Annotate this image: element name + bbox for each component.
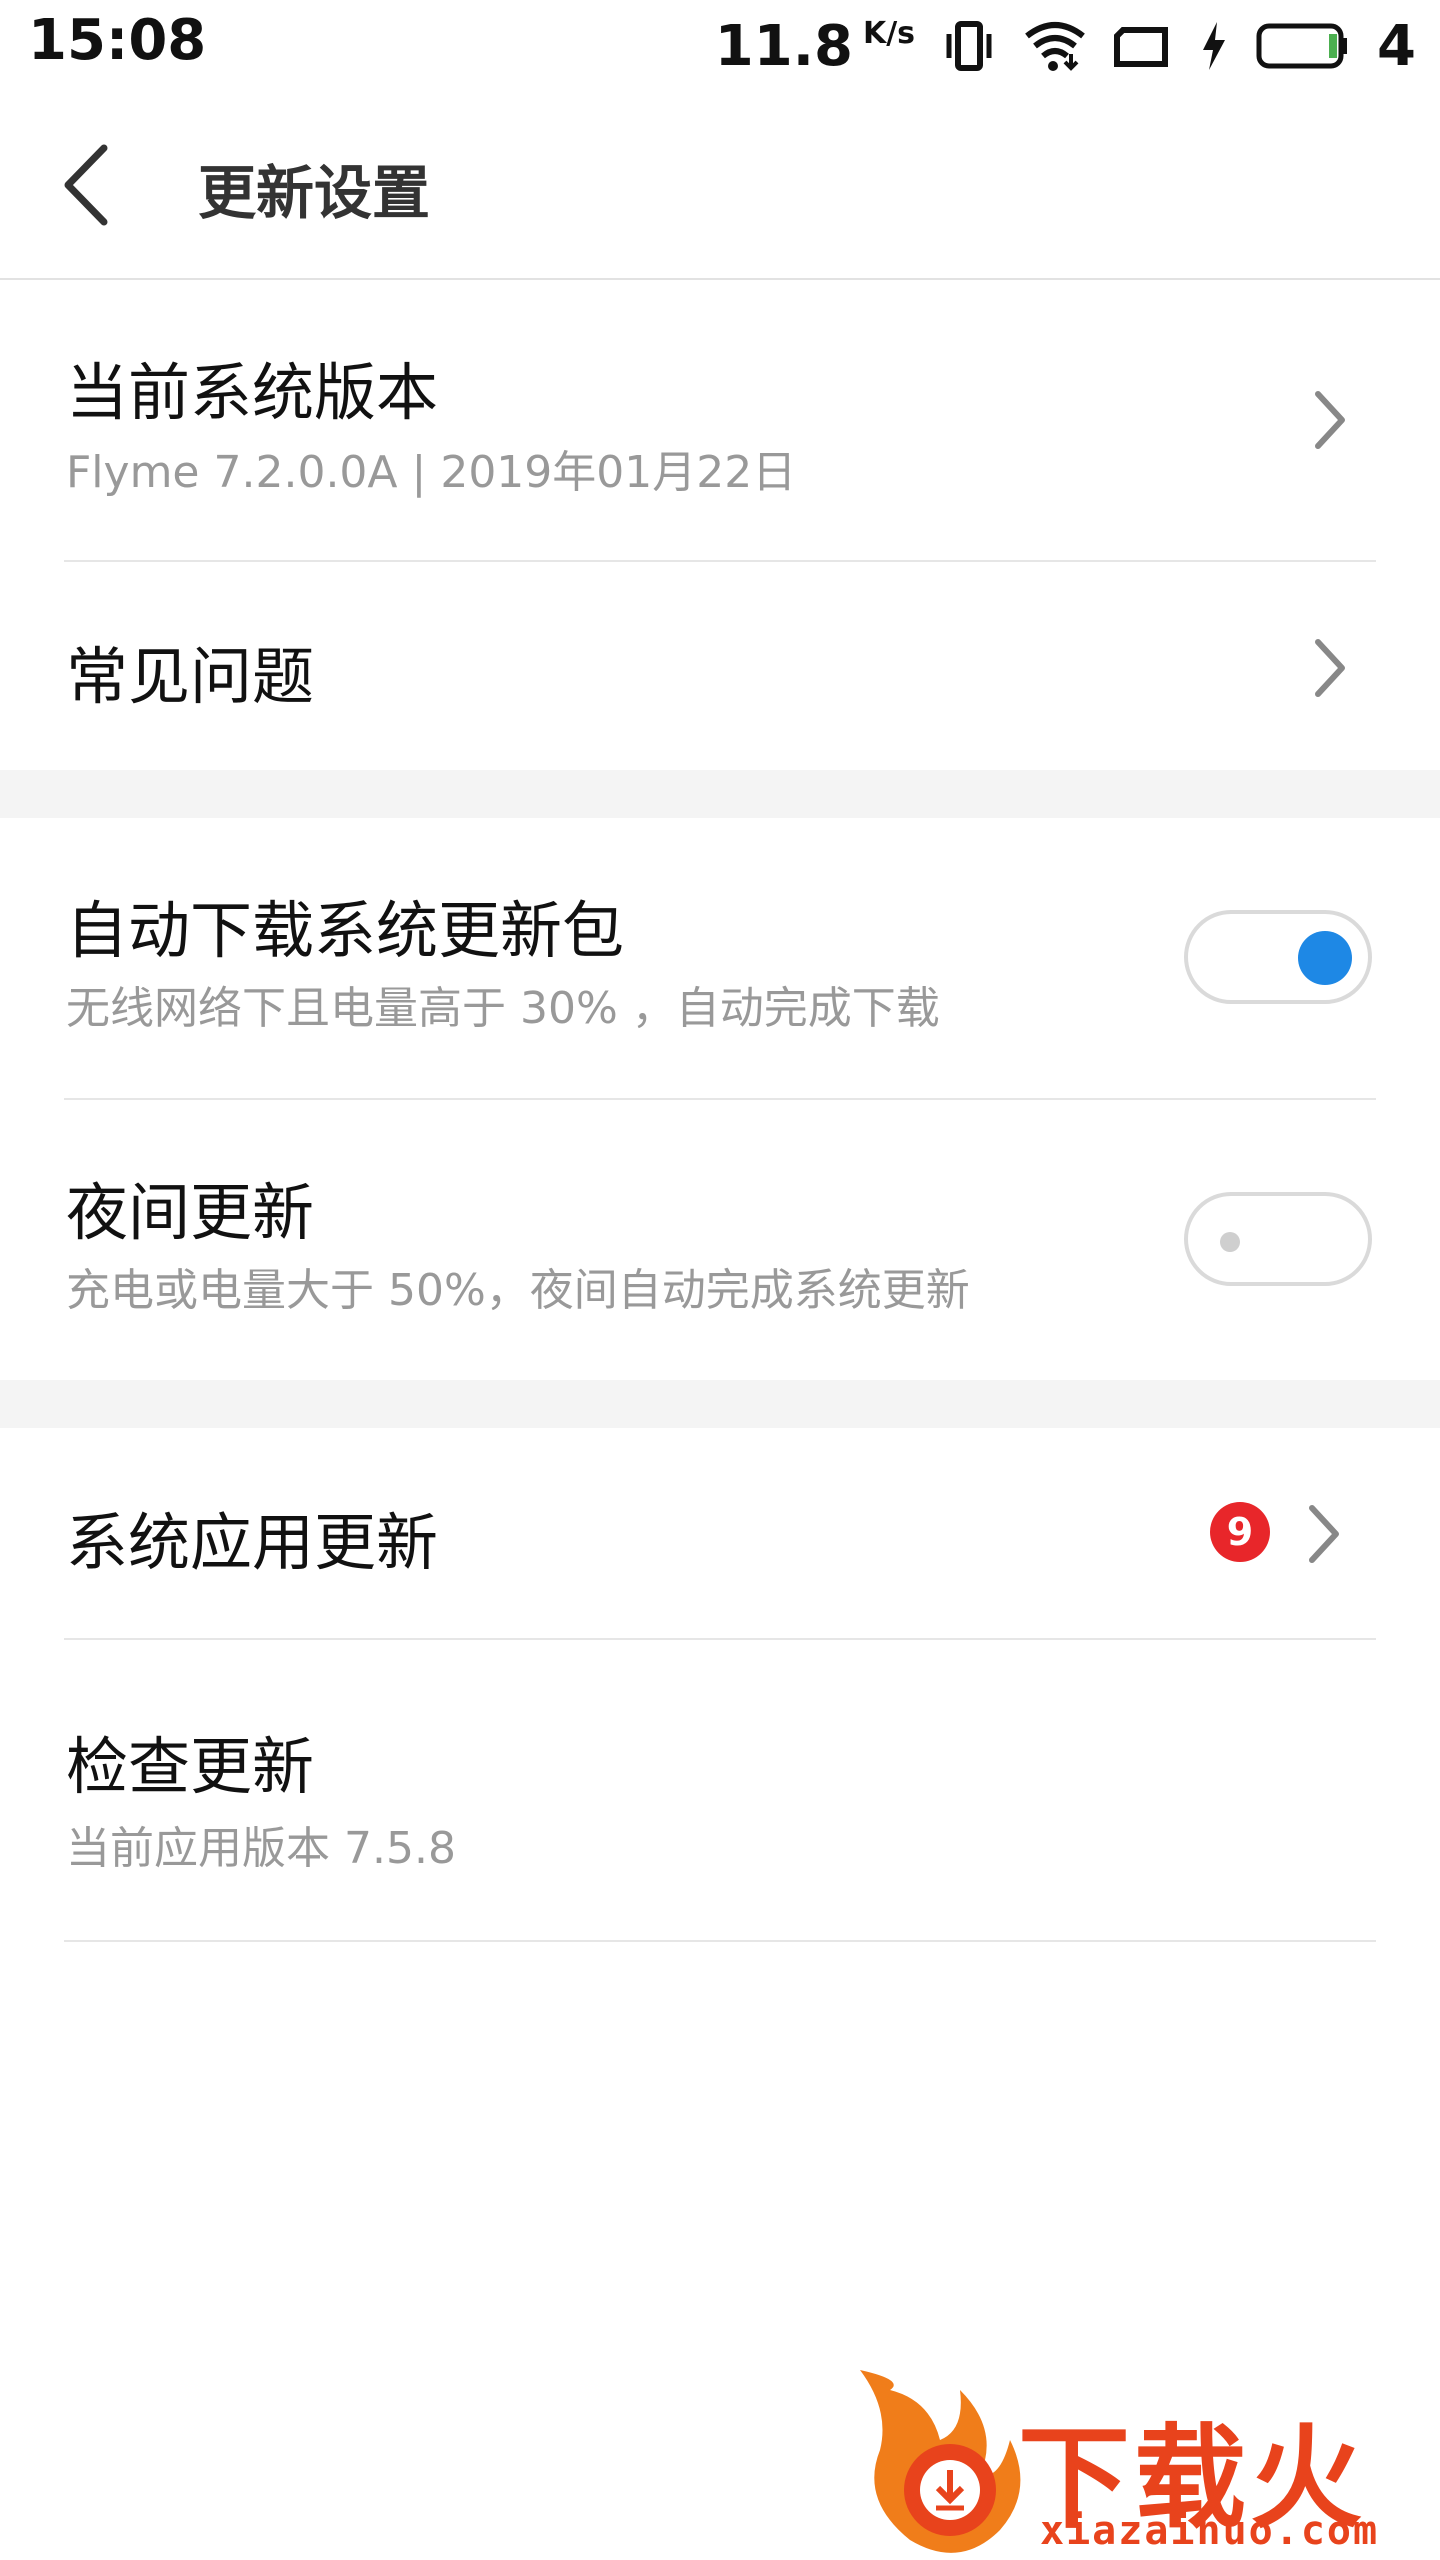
- chevron-right-icon: [1309, 1505, 1339, 1563]
- auto-download-toggle[interactable]: [1184, 910, 1372, 1004]
- divider: [64, 1940, 1376, 1942]
- wifi-icon: [1025, 22, 1085, 71]
- night-update-row: 夜间更新 充电或电量大于 50%，夜间自动完成系统更新: [0, 1100, 1440, 1380]
- back-arrow-icon[interactable]: [52, 140, 132, 230]
- system-version-row[interactable]: 当前系统版本 Flyme 7.2.0.0A | 2019年01月22日: [0, 280, 1440, 560]
- check-update-row[interactable]: 检查更新 当前应用版本 7.5.8: [0, 1640, 1440, 1940]
- vibrate-icon: [946, 21, 992, 71]
- page-title: 更新设置: [198, 159, 431, 227]
- charging-icon: [1203, 22, 1226, 70]
- network-speed-unit: K/s: [862, 15, 916, 51]
- update-count-badge: 9: [1210, 1502, 1270, 1562]
- system-version-subtitle: Flyme 7.2.0.0A | 2019年01月22日: [66, 447, 797, 498]
- chevron-right-icon: [1315, 391, 1345, 449]
- watermark-url: xiazaihuo.com: [1040, 2508, 1380, 2554]
- faq-title: 常见问题: [66, 640, 315, 713]
- night-update-toggle[interactable]: [1184, 1192, 1372, 1286]
- system-version-title: 当前系统版本: [66, 356, 439, 429]
- section-separator: [0, 770, 1440, 818]
- night-update-subtitle: 充电或电量大于 50%，夜间自动完成系统更新: [66, 1265, 970, 1316]
- toggle-knob: [1220, 1232, 1240, 1252]
- network-speed-value: 11.8: [714, 13, 853, 79]
- auto-download-subtitle: 无线网络下且电量高于 30% ，自动完成下载: [66, 983, 940, 1034]
- toggle-knob: [1298, 931, 1352, 985]
- chevron-right-icon: [1315, 639, 1345, 697]
- status-bar: 15:08 11.8 K/s 4: [0, 0, 1440, 90]
- header: 更新设置: [0, 90, 1440, 280]
- status-icons: 11.8 K/s 4: [715, 6, 1416, 86]
- auto-download-title: 自动下载系统更新包: [66, 894, 625, 967]
- check-update-subtitle: 当前应用版本 7.5.8: [66, 1823, 456, 1874]
- check-update-title: 检查更新: [66, 1730, 315, 1803]
- section-separator: [0, 1380, 1440, 1428]
- battery-icon: [1256, 23, 1348, 69]
- auto-download-row: 自动下载系统更新包 无线网络下且电量高于 30% ，自动完成下载: [0, 818, 1440, 1098]
- network-speed: 11.8 K/s: [715, 14, 915, 79]
- screen-rotate-icon: [1114, 27, 1169, 67]
- battery-level: 4: [1377, 13, 1416, 79]
- status-time: 15:08: [28, 8, 207, 73]
- faq-row[interactable]: 常见问题: [0, 562, 1440, 770]
- night-update-title: 夜间更新: [66, 1176, 315, 1249]
- app-updates-title: 系统应用更新: [66, 1506, 439, 1579]
